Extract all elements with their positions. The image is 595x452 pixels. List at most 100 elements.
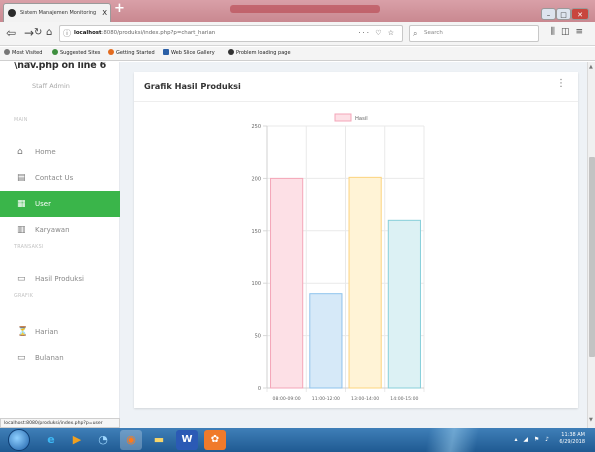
start-button[interactable] xyxy=(8,429,30,451)
bar xyxy=(270,177,304,389)
sidebar-item-hasil-produksi[interactable]: ▭ Hasil Produksi xyxy=(0,266,120,292)
page-scrollbar[interactable]: ▲ ▼ xyxy=(587,62,595,428)
hourglass-icon: ⏳ xyxy=(17,327,29,337)
media-player-icon[interactable]: ▶ xyxy=(66,430,88,450)
sidebar-item-user[interactable]: ▦ User xyxy=(0,191,120,217)
windows-taskbar: e ▶ ◔ ◉ ▬ W ✿ ▴ ◢ ⚑ ♪ 11:38 AM 6/29/2018 xyxy=(0,428,595,452)
url-actions[interactable]: ··· ♡ ☆ xyxy=(358,26,396,41)
sidebar-heading-transaksi: TRANSAKSI xyxy=(14,245,44,250)
library-icon[interactable]: ⫼ xyxy=(551,27,561,37)
sidebar-item-label: Hasil Produksi xyxy=(35,275,84,283)
forward-icon[interactable]: → xyxy=(24,26,34,40)
sidebar-item-label: Contact Us xyxy=(35,174,74,182)
sidebar-heading-grafik: GRAFIK xyxy=(14,294,34,299)
x-tick-label: 13:00-14:00 xyxy=(351,396,379,402)
firefox-icon[interactable]: ◉ xyxy=(120,430,142,450)
bookmark-problem-loading[interactable]: Problem loading page xyxy=(228,47,291,60)
search-icon: ⌕ xyxy=(413,29,418,38)
word-icon[interactable]: W xyxy=(176,430,198,450)
x-tick-label: 08:00-09:00 xyxy=(273,396,301,402)
sidebar-item-label: Bulanan xyxy=(35,354,64,362)
back-icon[interactable]: ⇦ xyxy=(6,26,16,40)
sidebar: produksi \nav.php on line 6 Staff Admin … xyxy=(0,62,120,428)
globe-icon xyxy=(52,49,58,55)
scroll-up-icon[interactable]: ▲ xyxy=(589,64,593,70)
sidebar-heading-main: MAIN xyxy=(14,118,28,123)
home-icon[interactable]: ⌂ xyxy=(46,27,52,38)
minimize-icon[interactable]: – xyxy=(541,8,556,20)
maximize-icon[interactable]: □ xyxy=(556,8,571,20)
sidebar-item-label: Karyawan xyxy=(35,226,70,234)
home-icon: ⌂ xyxy=(17,147,23,157)
document-icon: ▤ xyxy=(17,173,26,183)
tab-title: Sistem Manajemen Monitoring xyxy=(20,10,97,16)
firefox-icon xyxy=(108,49,114,55)
tray-icons: ▴ ◢ ⚑ ♪ xyxy=(514,436,551,443)
url-host: localhost xyxy=(74,30,102,36)
sidebar-item-label: Harian xyxy=(35,328,59,336)
x-tick-label: 11:00-12:00 xyxy=(312,396,340,402)
search-input[interactable]: ⌕ Search xyxy=(409,25,539,42)
taskbar-clock[interactable]: 11:38 AM 6/29/2018 xyxy=(559,432,585,446)
window-title-blur xyxy=(230,5,380,13)
bar xyxy=(348,176,382,389)
y-tick-label: 0 xyxy=(258,386,261,392)
close-window-icon[interactable]: ✕ xyxy=(571,8,589,20)
clock-time: 11:38 AM xyxy=(561,432,585,438)
scroll-down-icon[interactable]: ▼ xyxy=(589,417,593,423)
monitor-icon: ▭ xyxy=(17,353,26,363)
browser-nav-bar: ⇦ → ↻ ⌂ ⓘ localhost:8080/produksi/index.… xyxy=(0,22,595,46)
url-bar[interactable]: ⓘ localhost:8080/produksi/index.php?p=ch… xyxy=(59,25,403,42)
tab-close-button[interactable]: X xyxy=(102,4,107,22)
monitor-icon: ▭ xyxy=(17,274,26,284)
ie-icon[interactable]: e xyxy=(40,430,62,450)
scrollbar-thumb[interactable] xyxy=(589,157,595,357)
search-placeholder: Search xyxy=(424,30,443,36)
bookmark-web-slice-gallery[interactable]: Web Slice Gallery xyxy=(163,47,215,60)
reload-icon[interactable]: ↻ xyxy=(34,27,42,38)
tab-favicon-icon xyxy=(8,9,16,17)
taskbar-decoration xyxy=(380,428,500,452)
url-path: :8080/produksi/index.php?p=chart_harian xyxy=(101,30,216,36)
browser-toolbar-icons: ⫼◫≡ xyxy=(551,27,589,37)
y-tick-label: 200 xyxy=(251,176,261,182)
menu-icon[interactable]: ≡ xyxy=(575,27,589,37)
card-header: Grafik Hasil Produksi ⋮ xyxy=(134,72,578,102)
table-icon: ▦ xyxy=(17,199,26,209)
user-role: Staff Admin xyxy=(32,82,70,90)
xampp-icon[interactable]: ✿ xyxy=(204,430,226,450)
sidebar-item-harian[interactable]: ⏳ Harian xyxy=(0,319,120,345)
bookmark-suggested-sites[interactable]: Suggested Sites xyxy=(52,47,100,60)
new-tab-button[interactable]: + xyxy=(114,1,125,16)
sidebar-item-contact-us[interactable]: ▤ Contact Us xyxy=(0,165,120,191)
legend-swatch xyxy=(334,113,352,122)
bar xyxy=(387,219,421,389)
y-tick-label: 150 xyxy=(251,229,261,235)
window-controls: – □ ✕ xyxy=(541,2,591,20)
bookmark-getting-started[interactable]: Getting Started xyxy=(108,47,155,60)
y-tick-label: 250 xyxy=(251,124,261,130)
status-bar-url: localhost:8080/produksi/index.php?p=user xyxy=(0,418,120,428)
card-title: Grafik Hasil Produksi xyxy=(144,81,241,91)
gear-icon xyxy=(4,49,10,55)
sidebar-toggle-icon[interactable]: ◫ xyxy=(561,27,576,37)
legend-label: Hasil xyxy=(355,116,368,122)
sidebar-item-label: User xyxy=(35,200,51,208)
bookmark-most-visited[interactable]: Most Visited xyxy=(4,47,42,60)
bar-chart-icon: ▥ xyxy=(17,225,26,235)
sidebar-item-bulanan[interactable]: ▭ Bulanan xyxy=(0,345,120,371)
sidebar-item-karyawan[interactable]: ▥ Karyawan xyxy=(0,217,120,243)
folder-icon[interactable]: ▬ xyxy=(148,430,170,450)
clock-date: 6/29/2018 xyxy=(559,439,585,445)
web-slice-icon xyxy=(163,49,169,55)
browser-tab[interactable]: Sistem Manajemen Monitoring X xyxy=(3,3,111,22)
sidebar-item-home[interactable]: ⌂ Home xyxy=(0,139,120,165)
bar-chart: 0 50 100 150 200 250 08:00-09:00 11:00-12:00 13:… xyxy=(251,113,425,402)
y-tick-label: 50 xyxy=(255,334,261,340)
site-info-icon[interactable]: ⓘ xyxy=(63,26,71,41)
browser-title-bar: Sistem Manajemen Monitoring X + – □ ✕ xyxy=(0,0,595,22)
more-options-icon[interactable]: ⋮ xyxy=(556,78,566,89)
bar xyxy=(309,293,343,389)
app-icon[interactable]: ◔ xyxy=(92,430,114,450)
bookmarks-bar: Most Visited Suggested Sites Getting Sta… xyxy=(0,47,595,61)
